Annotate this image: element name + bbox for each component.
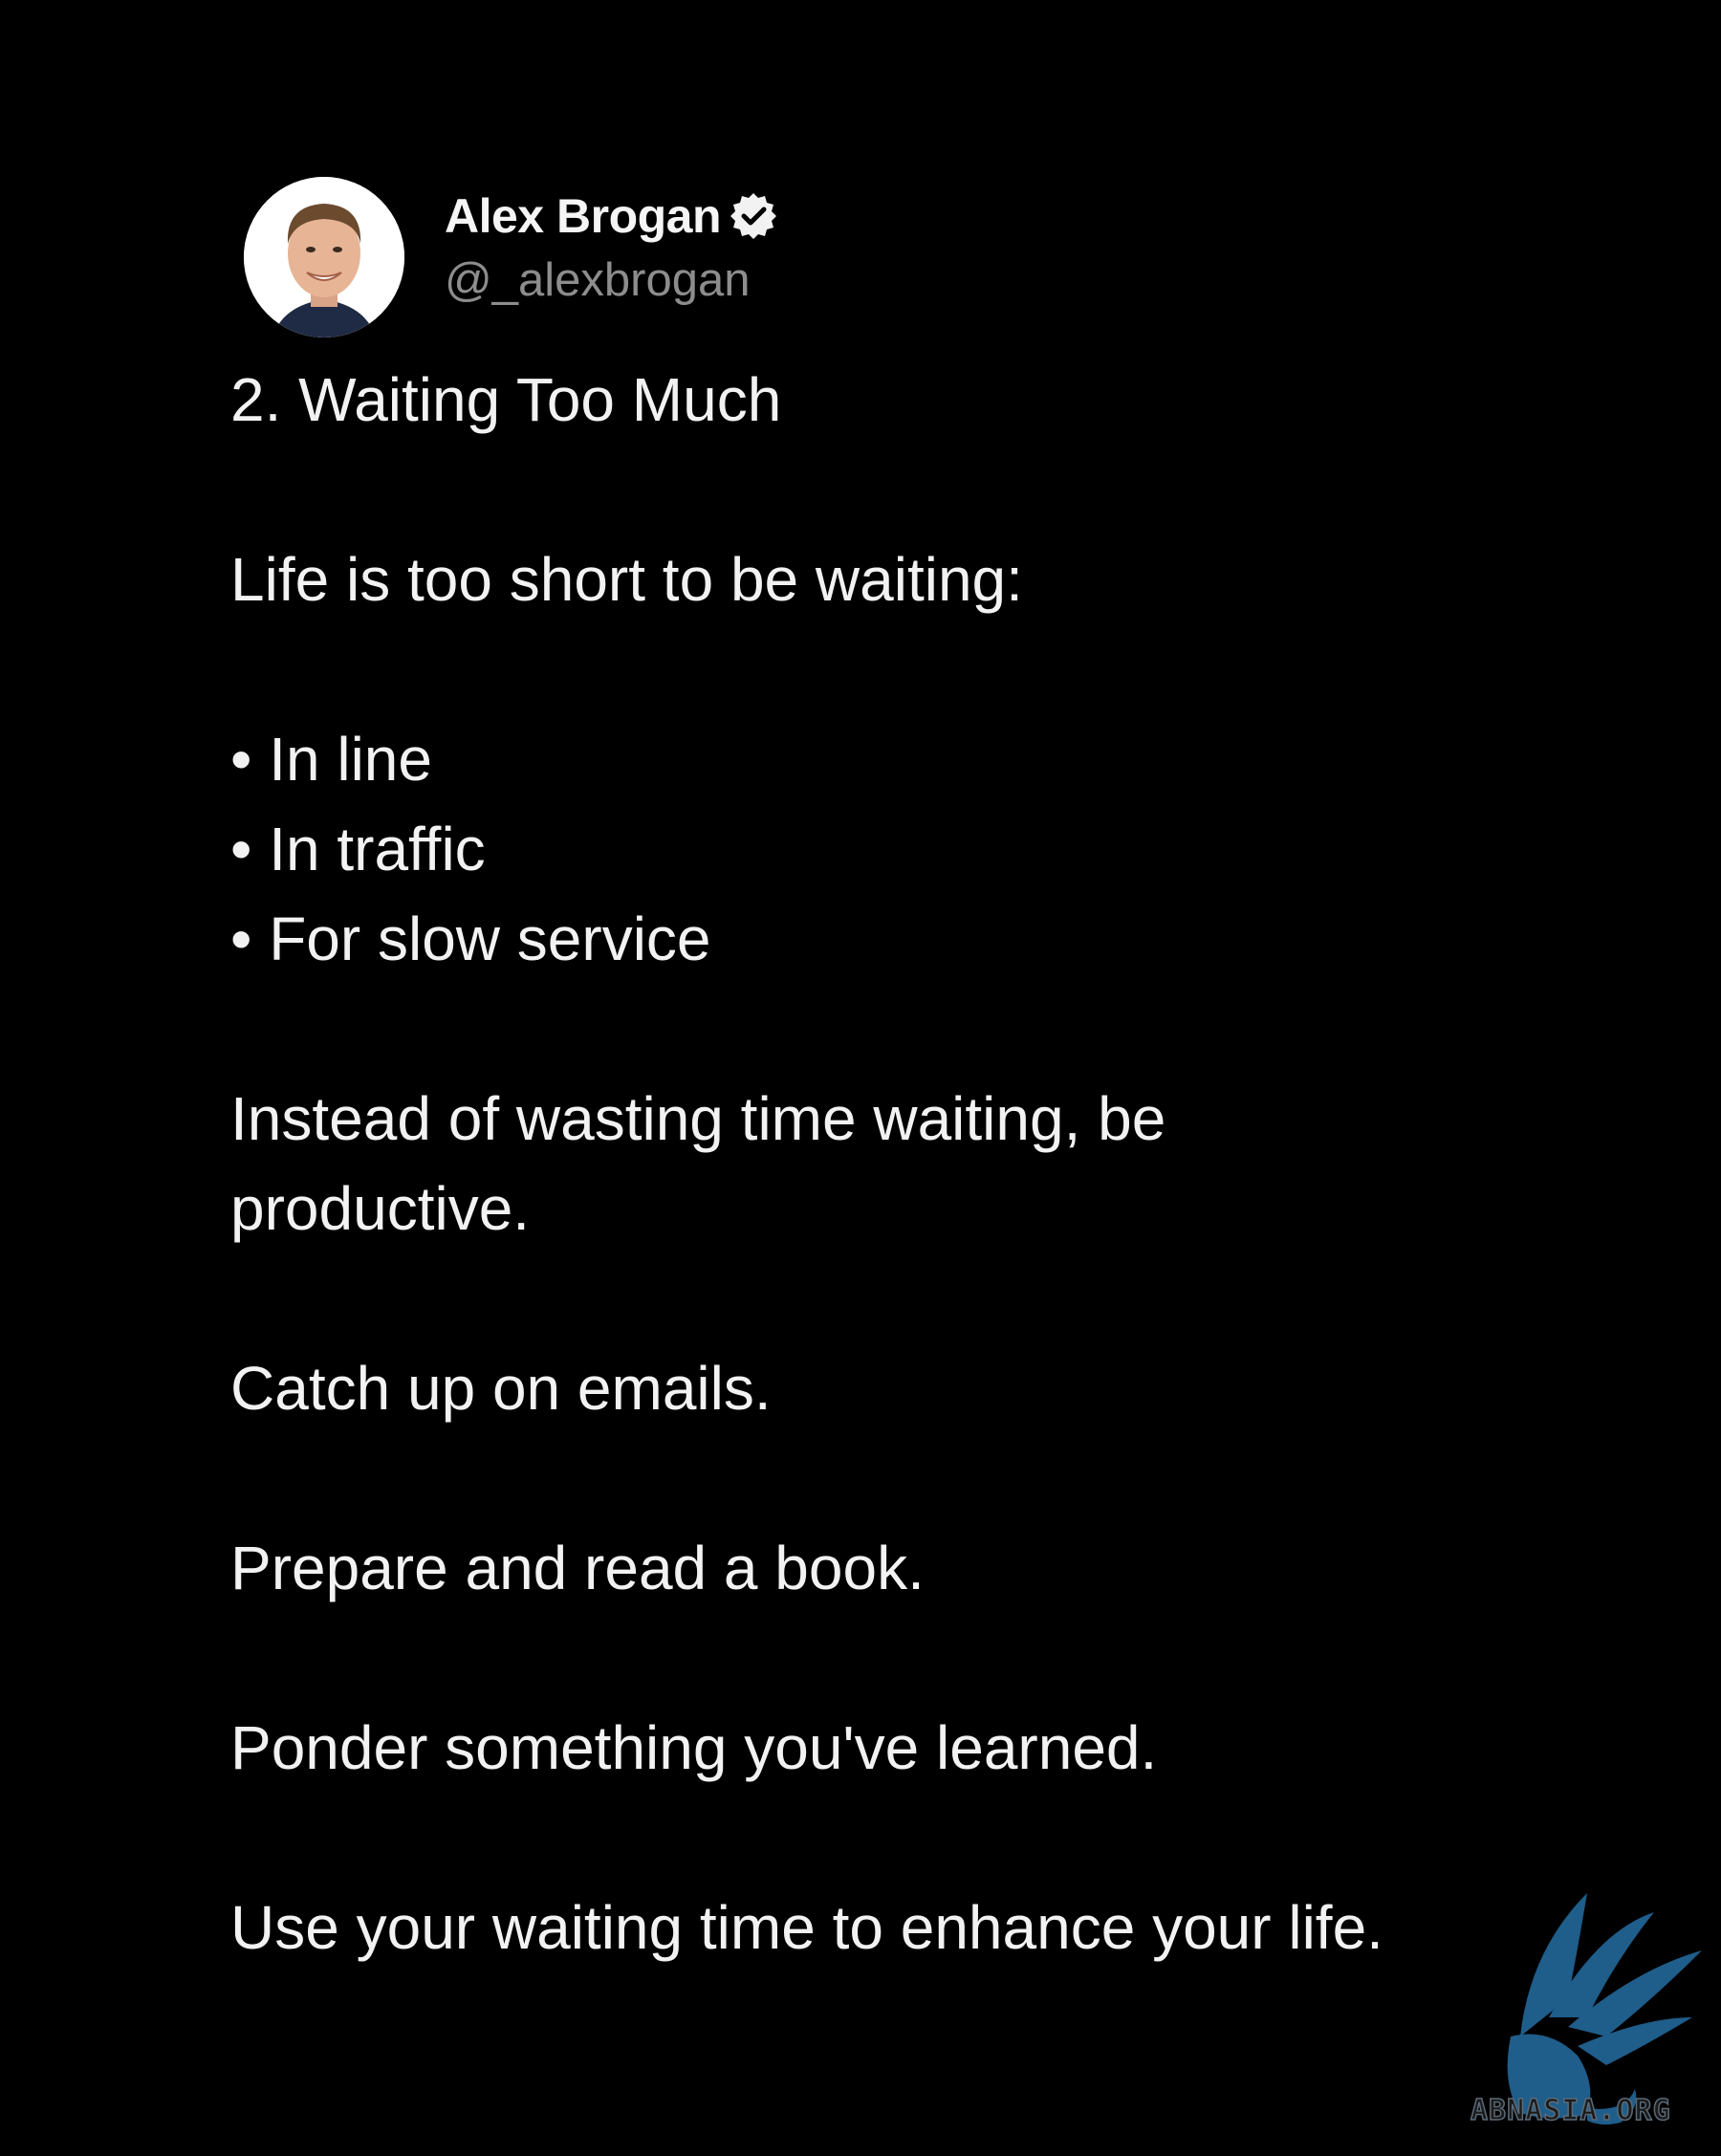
author-handle[interactable]: @_alexbrogan [445, 253, 778, 307]
post-line: Prepare and read a book. [230, 1534, 925, 1602]
post-line: Catch up on emails. [230, 1354, 772, 1423]
post-line: Use your waiting time to enhance your li… [230, 1893, 1383, 1962]
author-display-name[interactable]: Alex Brogan [445, 188, 722, 244]
post-line: productive. [230, 1174, 531, 1243]
name-row: Alex Brogan [445, 188, 778, 244]
post-line: Instead of wasting time waiting, be [230, 1084, 1166, 1153]
watermark-text: ABNASIA.ORG [1470, 2093, 1671, 2128]
bullet-item: • In line [230, 725, 432, 794]
bullet-item: • In traffic [230, 815, 486, 883]
avatar-photo [244, 177, 404, 338]
post-line: Life is too short to be waiting: [230, 545, 1023, 614]
author-names: Alex Brogan @_alexbrogan [445, 188, 778, 307]
verified-badge-icon [729, 191, 778, 241]
bullet-item: • For slow service [230, 904, 711, 973]
post-line: 2. Waiting Too Much [230, 365, 782, 434]
tweet-body: 2. Waiting Too Much Life is too short to… [230, 355, 1588, 1972]
avatar[interactable] [244, 177, 404, 338]
author-header: Alex Brogan @_alexbrogan [244, 177, 1588, 338]
post-line: Ponder something you've learned. [230, 1713, 1158, 1782]
tweet-card: Alex Brogan @_alexbrogan 2. Waiting Too … [230, 177, 1588, 1972]
